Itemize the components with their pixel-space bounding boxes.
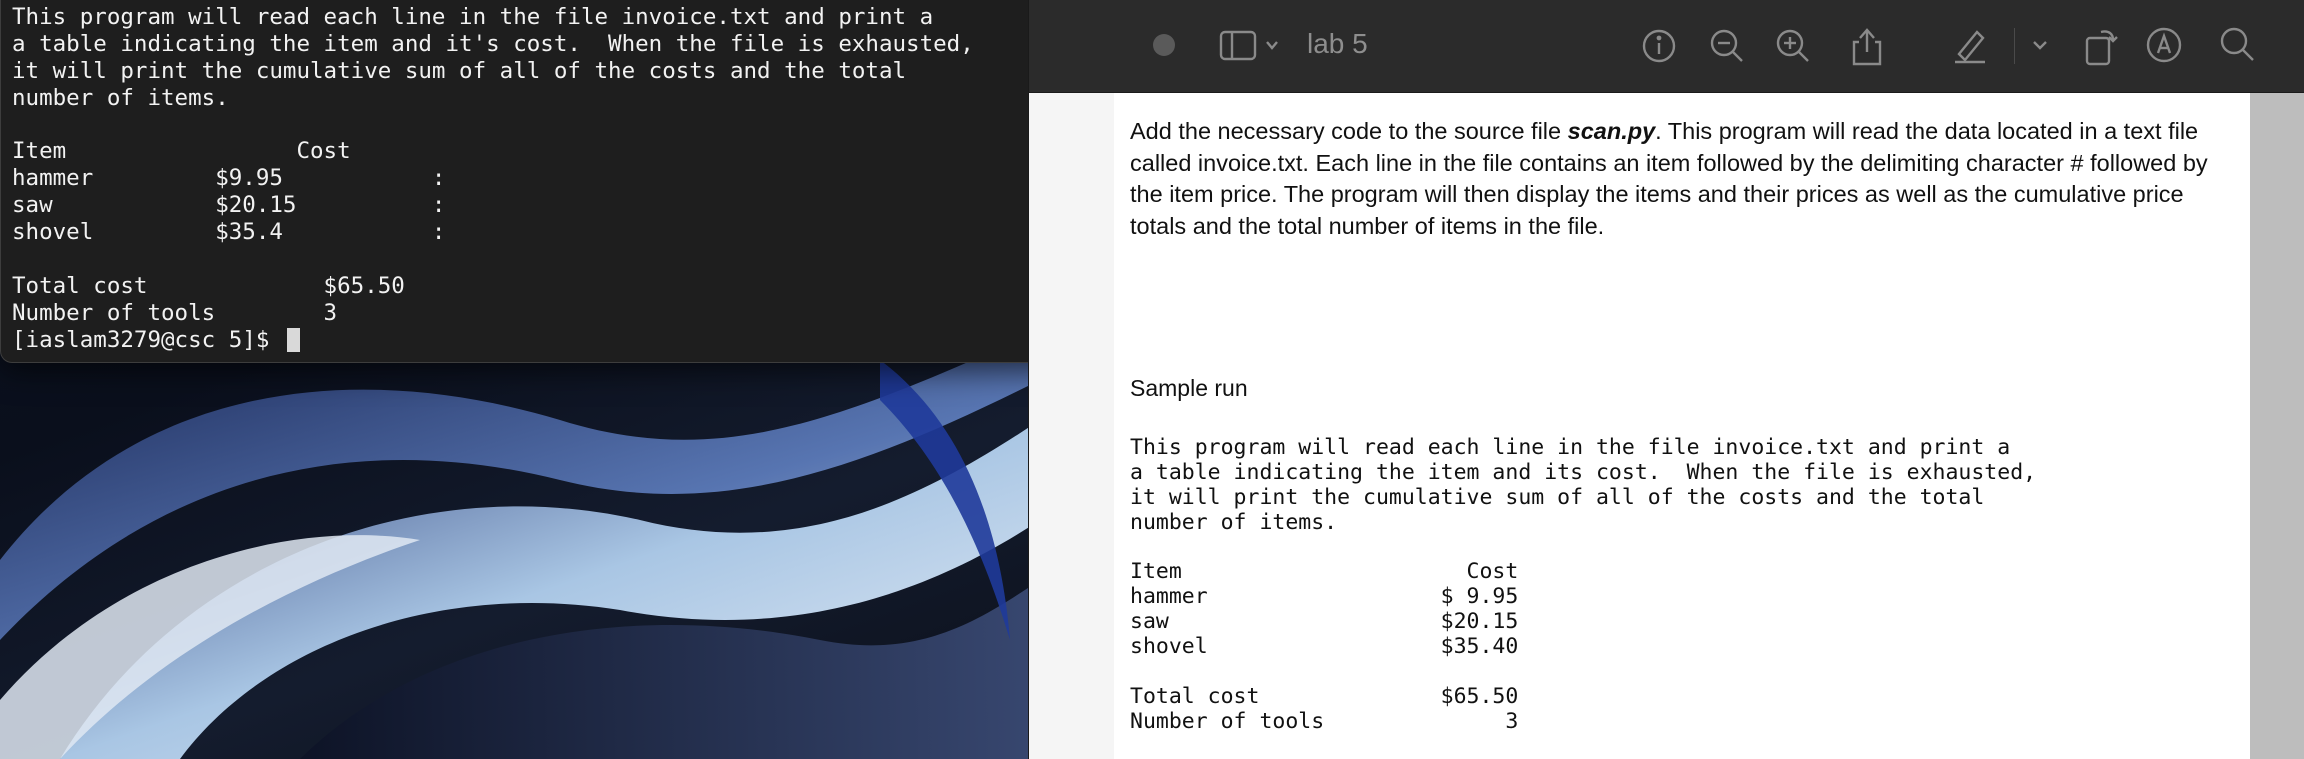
terminal-output: This program will read each line in the … [12, 4, 974, 354]
window-control-dot[interactable] [1153, 34, 1175, 56]
page-margin-strip [1029, 93, 1114, 759]
sample-run-heading: Sample run [1130, 375, 1248, 401]
terminal-line: Item Cost [12, 138, 351, 165]
terminal-line: Total cost $65.50 [12, 272, 405, 299]
preview-window[interactable]: lab 5 Add the necessary code to the sour… [1028, 0, 2304, 759]
code-line: Number of tools 3 [1130, 708, 1519, 734]
zoom-out-icon [1710, 29, 1743, 62]
search-button[interactable] [2217, 24, 2259, 66]
zoom-out-button[interactable] [1707, 26, 1747, 66]
share-icon [1852, 28, 1882, 66]
terminal-prompt-line[interactable]: [iaslam3279@csc 5]$ [12, 327, 974, 354]
highlighter-icon [1955, 30, 1985, 64]
document-title: lab 5 [1307, 28, 1368, 59]
document-viewport[interactable]: Add the necessary code to the source fil… [1029, 93, 2304, 759]
share-button[interactable] [1847, 22, 1887, 68]
markup-toolbar-button[interactable] [2143, 24, 2185, 66]
search-icon [2220, 27, 2254, 61]
code-line: it will print the cumulative sum of all … [1130, 484, 1985, 510]
terminal-line: This program will read each line in the … [12, 4, 934, 30]
terminal-line: shovel $35.4 : [12, 219, 446, 246]
rotate-icon [2085, 30, 2118, 66]
terminal-window[interactable]: This program will read each line in the … [0, 0, 1130, 363]
info-button[interactable] [1639, 26, 1679, 66]
info-icon [1642, 29, 1676, 63]
markup-pen-icon [2146, 27, 2182, 63]
instructions-text-start: Add the necessary code to the source fil… [1130, 118, 1568, 144]
terminal-line: it will print the cumulative sum of all … [12, 57, 907, 84]
code-line: a table indicating the item and its cost… [1130, 459, 2037, 485]
terminal-cursor [286, 328, 300, 353]
code-line: Total cost $65.50 [1130, 683, 1519, 709]
rotate-button[interactable] [2079, 22, 2121, 68]
document-page: Add the necessary code to the source fil… [1114, 93, 2250, 759]
terminal-line: a table indicating the item and it's cos… [12, 30, 974, 57]
zoom-in-icon [1776, 29, 1809, 62]
sidebar-toggle-button[interactable] [1219, 28, 1283, 64]
source-filename: scan.py [1567, 118, 1656, 144]
terminal-line: hammer $9.95 : [12, 165, 446, 192]
terminal-line: Number of tools 3 [12, 299, 338, 326]
markup-options-button[interactable] [2029, 32, 2051, 58]
sample-run-output: This program will read each line in the … [1130, 435, 2037, 735]
sidebar-icon [1219, 30, 1278, 61]
code-line: number of items. [1130, 509, 1338, 535]
terminal-prompt: [iaslam3279@csc 5]$ [12, 326, 283, 353]
code-line: This program will read each line in the … [1130, 435, 2011, 460]
preview-toolbar: lab 5 [1029, 0, 2304, 93]
instructions-paragraph: Add the necessary code to the source fil… [1130, 116, 2230, 242]
code-line: Item Cost [1130, 559, 1519, 585]
terminal-line: saw $20.15 : [12, 192, 446, 219]
code-line: saw $20.15 [1130, 609, 1519, 635]
markup-highlight-button[interactable] [1949, 24, 1991, 66]
toolbar-separator [2014, 28, 2015, 64]
code-line: shovel $35.40 [1130, 634, 1519, 660]
code-line: hammer $ 9.95 [1130, 584, 1519, 610]
terminal-line: number of items. [12, 84, 229, 111]
chevron-down-icon [2033, 41, 2047, 50]
zoom-in-button[interactable] [1773, 26, 1813, 66]
